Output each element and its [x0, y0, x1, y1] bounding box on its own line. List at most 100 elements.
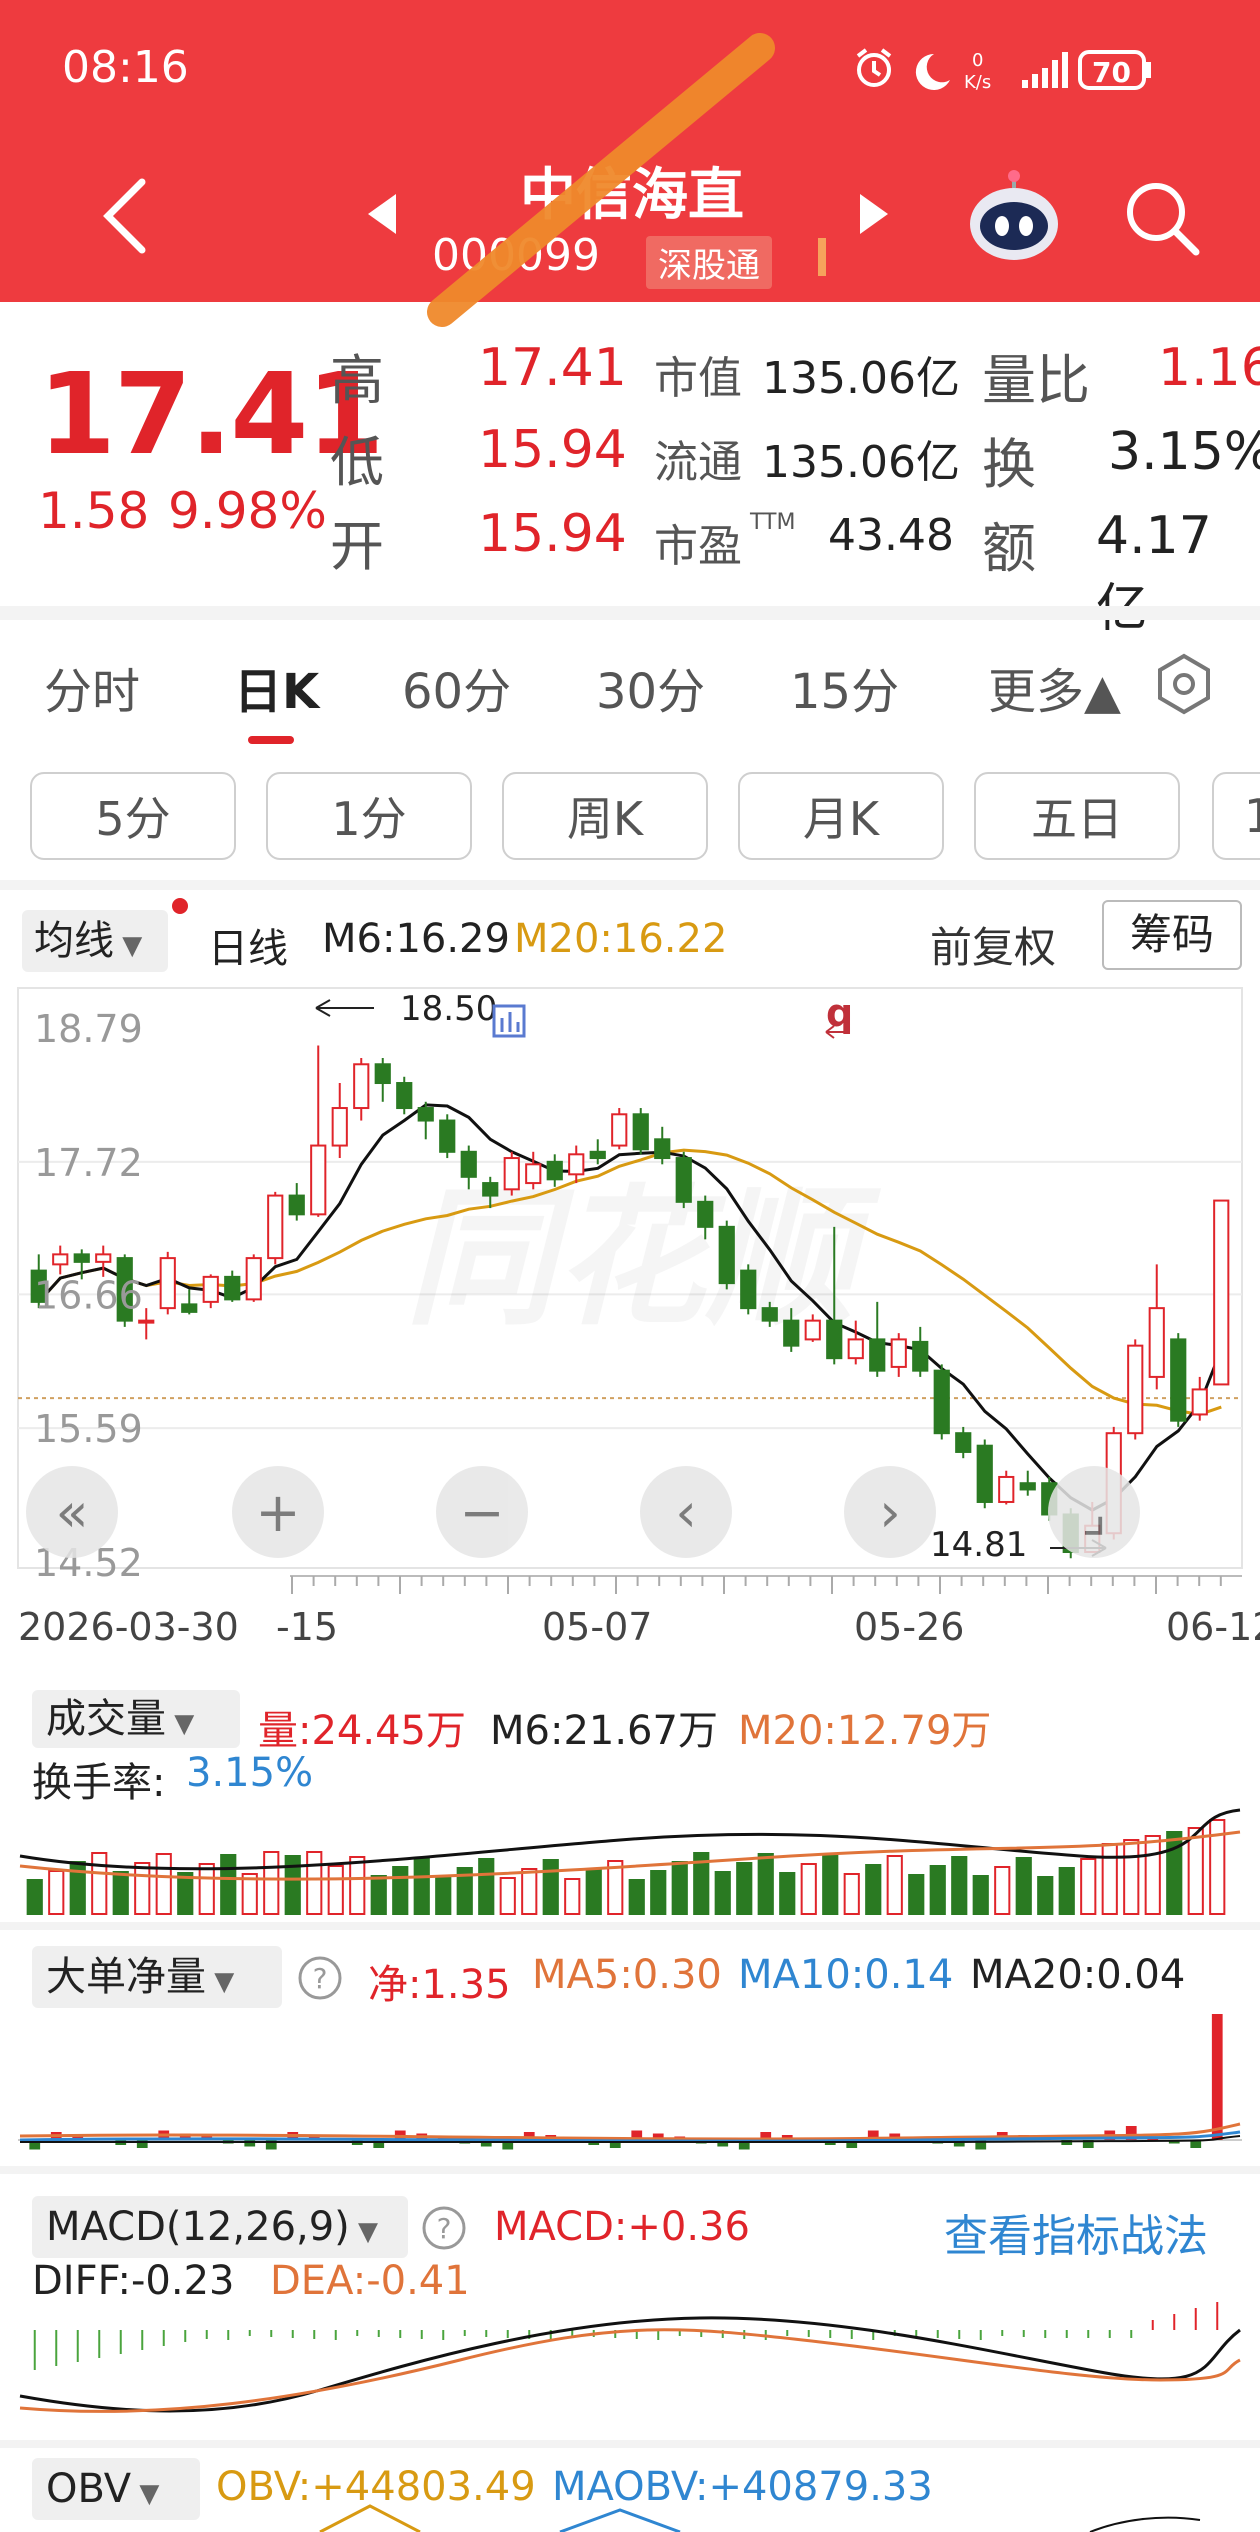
candle-body — [331, 1107, 348, 1147]
chips-button[interactable]: 筹码 — [1102, 900, 1242, 970]
x-tick-label: -15 — [276, 1605, 338, 1649]
header-tick — [818, 238, 826, 276]
ma-menu[interactable]: 均线 ▼ — [22, 910, 168, 972]
candle-body — [740, 1269, 757, 1310]
candle-body — [654, 1138, 671, 1160]
notification-dot — [172, 898, 188, 914]
tab-15min[interactable]: 15分 — [790, 652, 899, 722]
volume-bar — [306, 1851, 323, 1915]
volume-bar — [800, 1863, 817, 1915]
tab-intraday[interactable]: 分时 — [44, 652, 140, 722]
tab-active-indicator — [248, 736, 294, 744]
tab-more[interactable]: 更多▲ — [988, 652, 1121, 722]
help-icon[interactable]: ? — [296, 1954, 344, 2002]
sub-tab-1min[interactable]: 1分 — [266, 772, 472, 860]
section-divider-3 — [0, 1922, 1260, 1930]
volume-bar — [48, 1870, 65, 1915]
prev-stock-icon[interactable] — [364, 192, 400, 236]
pe-label: 市盈 — [654, 521, 742, 572]
candle-body — [439, 1119, 456, 1153]
candle-body — [912, 1340, 929, 1372]
zoom-out-button[interactable]: − — [436, 1466, 528, 1558]
sub-tab-monthly[interactable]: 月K — [738, 772, 944, 860]
ma6-value: M6:16.29 — [322, 916, 510, 962]
y-tick-label: 17.72 — [34, 1141, 143, 1185]
kline-chart[interactable]: 同花顺 18.7917.7216.6615.5914.52 18.50 q 14… — [0, 980, 1260, 1700]
net-speed-top: 0 — [972, 50, 983, 71]
search-icon[interactable] — [1122, 178, 1202, 258]
candle-body — [482, 1182, 499, 1197]
volume-bar — [972, 1875, 989, 1915]
candle-body — [460, 1150, 477, 1178]
volume-ma6: M6:21.67万 — [490, 1708, 718, 1754]
y-tick-label: 18.79 — [34, 1007, 143, 1051]
mcap-value: 135.06亿 — [762, 353, 960, 404]
volume-menu-label: 成交量 — [46, 1696, 166, 1742]
float-label: 流通 — [654, 437, 742, 488]
adjust-menu[interactable]: 前复权 — [930, 914, 1056, 975]
volume-bar — [1058, 1867, 1075, 1915]
macd-menu[interactable]: MACD(12,26,9) ▼ — [32, 2196, 408, 2258]
candle-body — [525, 1163, 542, 1185]
sub-tab-weekly[interactable]: 周K — [502, 772, 708, 860]
svg-text:?: ? — [437, 2212, 452, 2245]
candle-body — [138, 1319, 155, 1324]
scroll-left-button[interactable]: ‹ — [640, 1466, 732, 1558]
volume-ratio-value: 1.16 — [1158, 338, 1260, 398]
high-label: 高 — [330, 349, 384, 412]
tab-60min[interactable]: 60分 — [402, 652, 511, 722]
section-divider — [0, 606, 1260, 620]
macd-help-icon[interactable]: ? — [420, 2204, 468, 2252]
candle-body — [181, 1303, 198, 1313]
scroll-right-button[interactable]: › — [844, 1466, 936, 1558]
candle-body — [73, 1253, 90, 1263]
tab-daily-k[interactable]: 日K — [234, 652, 319, 722]
volume-bar — [91, 1852, 108, 1915]
chart-bar-mini-icon — [492, 1004, 526, 1038]
volume-bar — [564, 1878, 581, 1915]
back-icon[interactable] — [96, 176, 156, 256]
candle-body — [697, 1200, 714, 1228]
indicator-strategy-link[interactable]: 查看指标战法 — [944, 2200, 1208, 2264]
sub-tab-overflow[interactable]: 1 — [1212, 772, 1260, 860]
tab-30min[interactable]: 30分 — [596, 652, 705, 722]
settings-icon[interactable] — [1152, 652, 1216, 718]
big-order-menu[interactable]: 大单净量 ▼ — [32, 1946, 282, 2008]
sub-tab-5min[interactable]: 5分 — [30, 772, 236, 860]
big-order-ma20: MA20:0.04 — [970, 1952, 1186, 1998]
candle-body — [718, 1225, 735, 1285]
zoom-in-button[interactable]: + — [232, 1466, 324, 1558]
orange-strike-mark — [427, 33, 775, 327]
candle-body — [95, 1253, 112, 1263]
fit-view-button[interactable]: ⌟ — [1048, 1466, 1140, 1558]
volume-bar — [177, 1872, 194, 1915]
volume-bar — [585, 1869, 602, 1915]
big-order-ma5: MA5:0.30 — [532, 1952, 722, 1998]
macd-chart — [19, 2302, 1241, 2413]
volume-bar — [628, 1879, 645, 1915]
macd-menu-label: MACD(12,26,9) — [46, 2204, 350, 2250]
volume-menu[interactable]: 成交量 ▼ — [32, 1690, 240, 1748]
obv-chart — [319, 2504, 1201, 2532]
candle-body — [568, 1153, 585, 1176]
big-order-net: 净:1.35 — [368, 1962, 511, 2008]
volume-bar — [757, 1853, 774, 1915]
ma-menu-label: 均线 — [34, 918, 114, 964]
volume-bar — [435, 1876, 452, 1915]
volume-bar — [263, 1851, 280, 1915]
candle-body — [396, 1082, 413, 1110]
scroll-far-left-button[interactable]: « — [26, 1466, 118, 1558]
candle-body — [890, 1338, 907, 1368]
next-stock-icon[interactable] — [856, 192, 892, 236]
turnover-label: 换 — [982, 433, 1036, 496]
volume-ma20: M20:12.79万 — [738, 1708, 992, 1754]
candle-body — [783, 1319, 800, 1347]
candle-body — [1127, 1344, 1144, 1435]
sub-tab-five-day[interactable]: 五日 — [974, 772, 1180, 860]
candle-body — [761, 1307, 778, 1322]
candle-body — [503, 1157, 520, 1191]
price-change-pct: 9.98% — [168, 482, 327, 540]
robot-assistant-icon[interactable] — [964, 168, 1064, 264]
volume-bar — [370, 1875, 387, 1915]
low-value: 15.94 — [478, 420, 627, 480]
